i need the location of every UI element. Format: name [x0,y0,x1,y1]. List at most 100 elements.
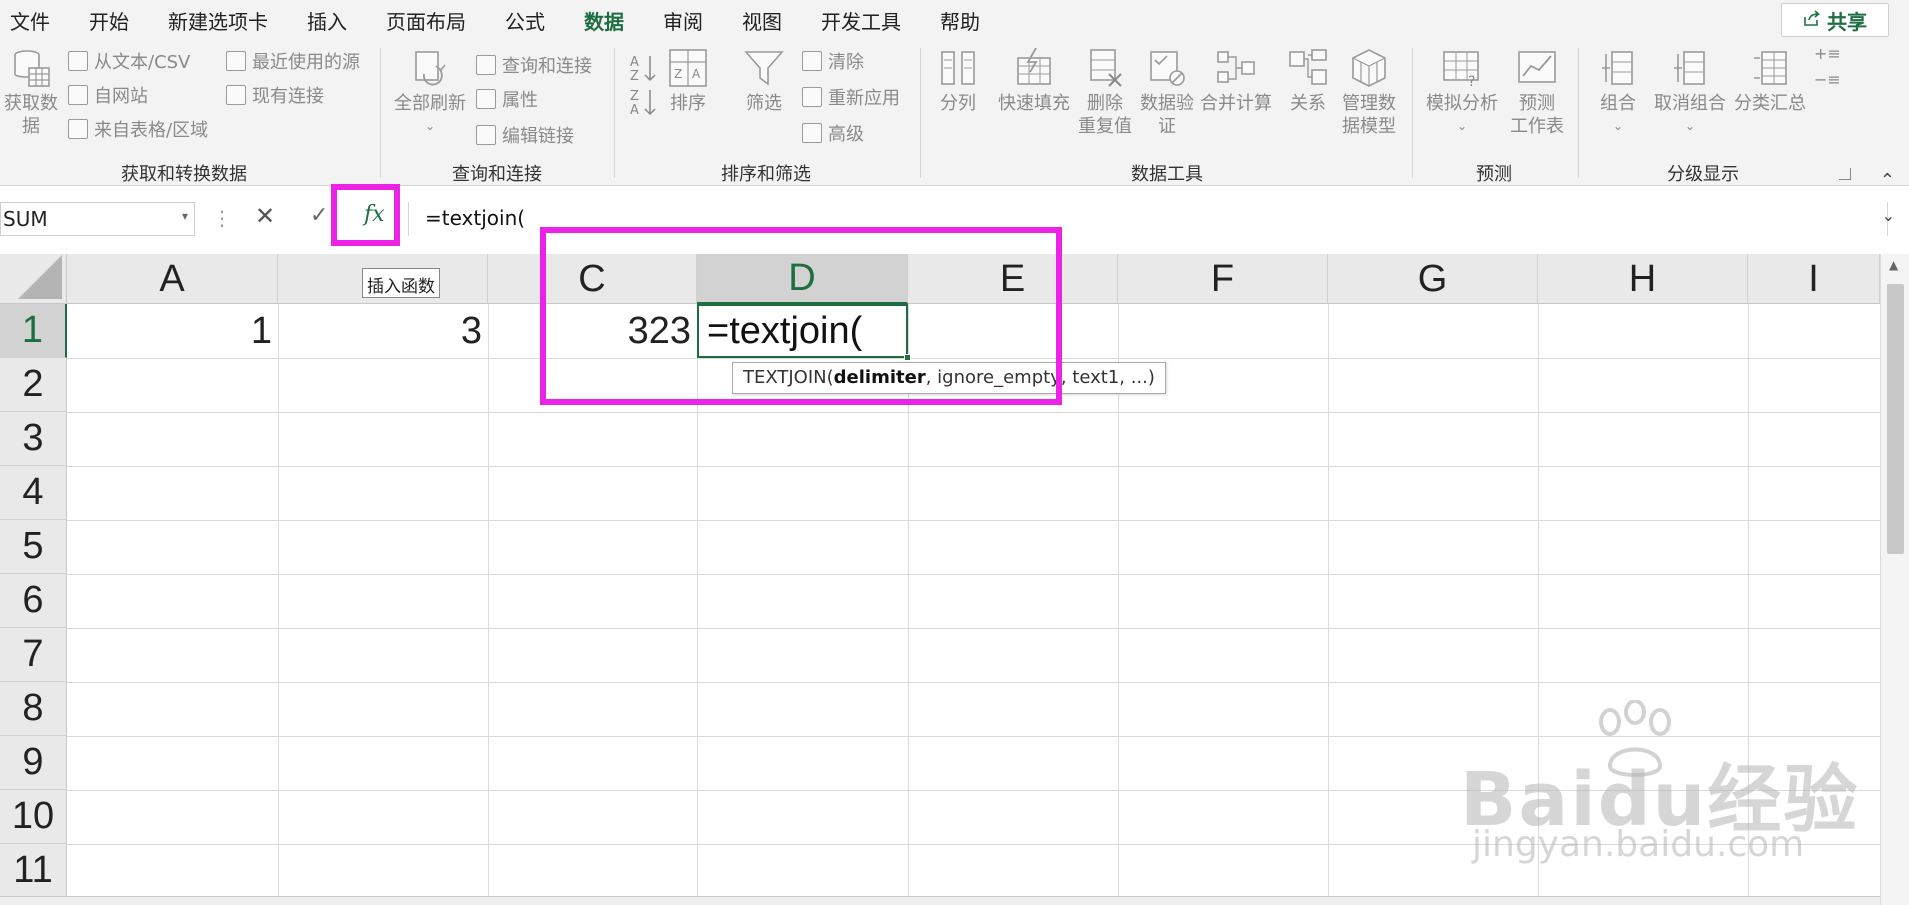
tab-new-tab[interactable]: 新建选项卡 [168,6,268,35]
data-model-icon [1349,48,1389,88]
row-header-1[interactable]: 1 [0,304,67,358]
svg-text:A: A [630,103,639,116]
expand-formula-bar-icon[interactable]: ⌄ [1882,206,1895,225]
properties-button[interactable]: 属性 [476,86,538,112]
text-file-icon [68,51,88,71]
tab-developer[interactable]: 开发工具 [821,6,901,35]
filter-button[interactable]: 筛选 [744,48,784,115]
consolidate-button[interactable]: 合并计算 [1200,48,1272,115]
tab-data[interactable]: 数据 [584,6,624,43]
enter-check-icon[interactable]: ✓ [310,203,328,228]
forecast-sheet-button[interactable]: 预测 工作表 [1510,48,1564,138]
cancel-icon[interactable]: ✕ [255,202,275,230]
scrollbar-thumb[interactable] [1887,284,1904,554]
from-text-csv-button[interactable]: 从文本/CSV [68,48,190,74]
existing-connections-label: 现有连接 [252,86,324,107]
row-header-8[interactable]: 8 [0,682,67,736]
column-header-g[interactable]: G [1328,254,1538,304]
sort-az-button[interactable]: AZZA [628,52,658,118]
formula-bar-grip-icon[interactable]: ⋮ [212,206,232,230]
data-validation-label-1: 数据验 [1140,93,1194,114]
gridline [1328,304,1329,905]
remove-duplicates-icon [1085,48,1125,88]
gridline [1118,304,1119,905]
manage-data-model-label-1: 管理数 [1342,93,1396,114]
column-header-a[interactable]: A [67,254,278,304]
collapse-ribbon-icon[interactable]: ⌃ [1880,170,1895,191]
cell-a1[interactable]: 1 [67,304,278,358]
tab-formulas[interactable]: 公式 [505,6,545,35]
group-button[interactable]: 组合 ⌄ [1598,48,1638,138]
edit-links-label: 编辑链接 [502,126,574,147]
relationships-button[interactable]: 关系 [1288,48,1328,115]
from-web-button[interactable]: 自网站 [68,82,148,108]
name-box-dropdown-icon[interactable]: ▾ [182,209,188,223]
name-box[interactable]: SUM ▾ [0,202,195,236]
tab-insert[interactable]: 插入 [307,6,347,35]
queries-icon [476,55,496,75]
scroll-up-icon[interactable]: ▲ [1889,258,1898,272]
advanced-filter-button[interactable]: 高级 [802,120,864,146]
refresh-all-button[interactable]: 全部刷新 ⌄ [394,48,466,138]
row-header-10[interactable]: 10 [0,790,67,844]
data-validation-button[interactable]: 数据验 证 [1140,48,1194,138]
row-header-3[interactable]: 3 [0,412,67,466]
row-header-5[interactable]: 5 [0,520,67,574]
share-button[interactable]: 共享 [1781,3,1889,37]
queries-connections-label: 查询和连接 [502,56,592,77]
gridline [67,628,1880,629]
remove-duplicates-button[interactable]: 删除 重复值 [1078,48,1132,138]
edit-links-button[interactable]: 编辑链接 [476,122,574,148]
what-if-analysis-button[interactable]: ? 模拟分析 ⌄ [1426,48,1498,138]
tab-view[interactable]: 视图 [742,6,782,35]
sort-button[interactable]: ZA 排序 [668,48,708,115]
flash-fill-icon [1014,47,1054,88]
gridline [67,790,1880,791]
show-detail-icon: +≡ [1814,44,1841,63]
svg-text:Z: Z [630,89,639,104]
cell-b1[interactable]: 3 [278,304,488,358]
tab-file[interactable]: 文件 [10,6,50,35]
ungroup-button[interactable]: 取消组合 ⌄ [1654,48,1726,138]
column-header-i[interactable]: I [1748,254,1880,304]
queries-connections-button[interactable]: 查询和连接 [476,52,592,78]
column-header-h[interactable]: H [1538,254,1748,304]
flash-fill-button[interactable]: 快速填充 [998,47,1070,115]
get-data-button[interactable]: 获取数 据 [4,48,58,138]
group-label-data-tools: 数据工具 [1131,164,1203,185]
manage-data-model-button[interactable]: 管理数 据模型 [1342,48,1396,138]
what-if-dropdown-arrow: ⌄ [1456,119,1468,133]
tab-review[interactable]: 审阅 [663,6,703,35]
vertical-scrollbar[interactable]: ▲ [1880,254,1909,905]
existing-connections-button[interactable]: 现有连接 [226,82,324,108]
column-header-f[interactable]: F [1118,254,1328,304]
recent-sources-button[interactable]: 最近使用的源 [226,48,360,74]
tab-home[interactable]: 开始 [89,6,129,35]
row-header-4[interactable]: 4 [0,466,67,520]
tab-page-layout[interactable]: 页面布局 [386,6,466,35]
text-to-columns-button[interactable]: 分列 [938,48,978,115]
row-header-2[interactable]: 2 [0,358,67,412]
split-columns-icon [938,48,978,88]
dialog-launcher-icon[interactable] [1839,168,1851,180]
clear-filter-button[interactable]: 清除 [802,48,864,74]
from-table-button[interactable]: 来自表格/区域 [68,116,208,142]
reapply-button[interactable]: 重新应用 [802,84,900,110]
svg-text:?: ? [1468,74,1475,88]
advanced-filter-icon [802,123,822,143]
row-header-7[interactable]: 7 [0,628,67,682]
row-header-11[interactable]: 11 [0,844,67,898]
svg-text:A: A [692,67,701,81]
row-header-6[interactable]: 6 [0,574,67,628]
group-label: 组合 [1600,93,1636,114]
select-all-button[interactable] [0,254,67,304]
show-detail-button[interactable]: +≡ [1814,44,1841,63]
recent-icon [226,51,246,71]
tab-help[interactable]: 帮助 [940,6,980,35]
hide-detail-button[interactable]: −≡ [1814,70,1841,89]
reapply-icon [802,87,822,107]
row-header-9[interactable]: 9 [0,736,67,790]
subtotal-button[interactable]: 分类汇总 [1734,48,1806,115]
filter-icon [744,48,784,88]
group-separator [1578,48,1579,178]
